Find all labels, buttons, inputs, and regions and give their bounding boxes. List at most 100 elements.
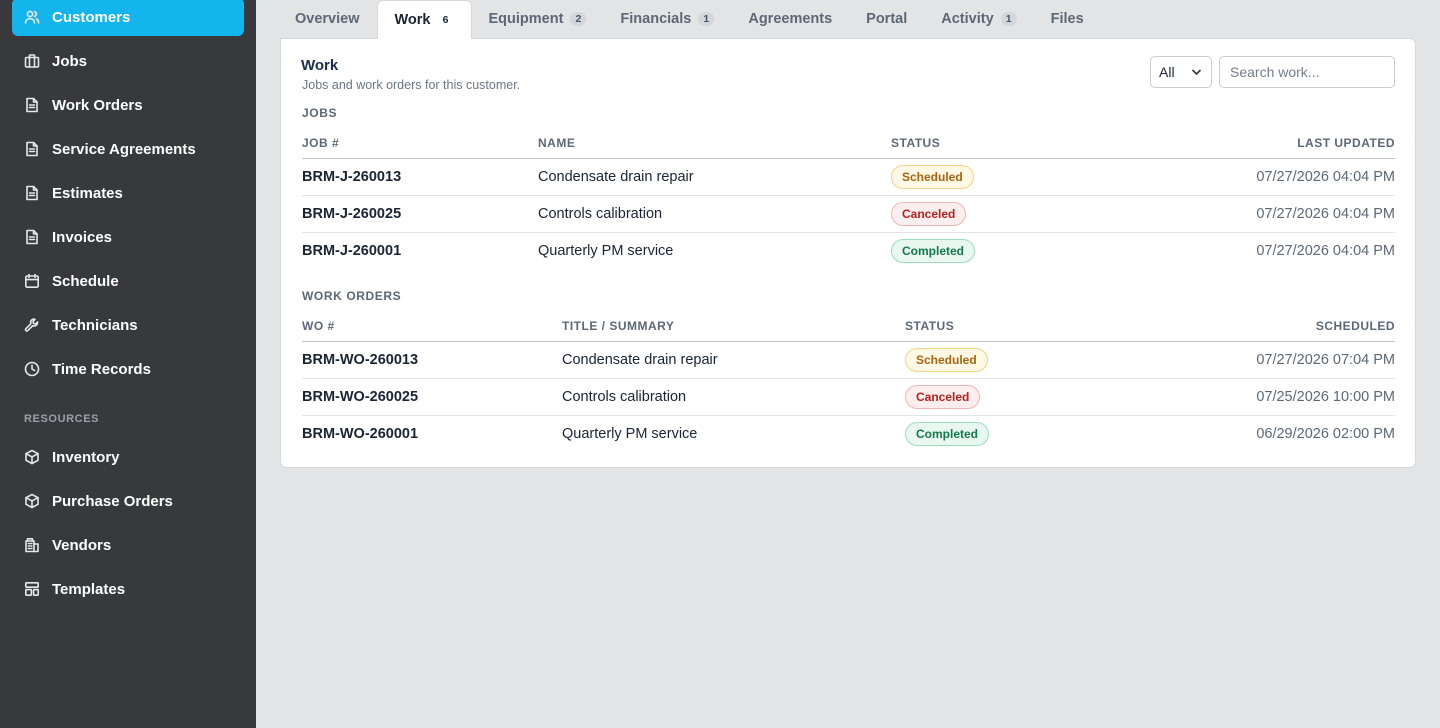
tab-equipment[interactable]: Equipment 2	[472, 0, 604, 38]
tab-financials[interactable]: Financials 1	[603, 0, 731, 38]
column-header-name: NAME	[538, 128, 891, 159]
sidebar-item-label: Work Orders	[52, 96, 143, 114]
job-number[interactable]: BRM-J-260013	[302, 158, 538, 196]
tab-activity[interactable]: Activity 1	[924, 0, 1033, 38]
sidebar-item-invoices[interactable]: Invoices	[12, 218, 244, 256]
column-header-status: STATUS	[905, 311, 1155, 342]
wo-number[interactable]: BRM-WO-260013	[302, 341, 562, 379]
table-row[interactable]: BRM-J-260025 Controls calibration Cancel…	[302, 195, 1395, 233]
customer-tabs: Overview Work 6 Equipment 2 Financials 1 Ag…	[280, 0, 1101, 39]
sidebar-item-label: Vendors	[52, 536, 112, 554]
table-row[interactable]: BRM-J-260013 Condensate drain repair Sch…	[302, 158, 1395, 196]
tab-count-badge: 1	[1000, 12, 1017, 26]
search-work-input[interactable]	[1219, 56, 1395, 88]
column-header-wo-number: WO #	[302, 311, 562, 342]
document-icon	[24, 141, 40, 157]
wo-title: Quarterly PM service	[562, 425, 698, 442]
tab-label: Overview	[295, 11, 360, 27]
status-cell: Completed	[905, 415, 1155, 452]
status-cell: Canceled	[891, 195, 1141, 233]
job-number[interactable]: BRM-J-260025	[302, 195, 538, 233]
scheduled-date: 07/25/2026 10:00 PM	[1155, 378, 1395, 416]
sidebar-item-purchase-orders[interactable]: Purchase Orders	[12, 482, 244, 520]
sidebar-item-label: Technicians	[52, 316, 138, 334]
last-updated: 07/27/2026 04:04 PM	[1141, 158, 1395, 196]
last-updated: 07/27/2026 04:04 PM	[1141, 195, 1395, 233]
sidebar-item-vendors[interactable]: Vendors	[12, 526, 244, 564]
template-icon	[24, 581, 40, 597]
status-badge: Completed	[905, 421, 990, 446]
column-header-last-updated: LAST UPDATED	[1141, 128, 1395, 159]
sidebar-item-inventory[interactable]: Inventory	[12, 438, 244, 476]
job-name: Condensate drain repair	[538, 158, 891, 196]
status-badge: Completed	[891, 238, 976, 263]
users-icon	[24, 9, 40, 25]
column-header-scheduled: SCHEDULED	[1155, 311, 1395, 342]
briefcase-icon	[24, 53, 40, 69]
sidebar-item-technicians[interactable]: Technicians	[12, 306, 244, 344]
clock-icon	[24, 361, 40, 377]
tab-portal[interactable]: Portal	[849, 0, 924, 38]
sidebar-item-label: Service Agreements	[52, 140, 196, 158]
calendar-icon	[24, 273, 40, 289]
status-filter-select[interactable]: All	[1150, 56, 1212, 88]
sidebar-item-customers[interactable]: Customers	[12, 0, 244, 36]
wo-number[interactable]: BRM-WO-260001	[302, 415, 562, 452]
sidebar-item-work-orders[interactable]: Work Orders	[12, 86, 244, 124]
wo-number[interactable]: BRM-WO-260025	[302, 378, 562, 416]
table-row[interactable]: BRM-WO-260013 Condensate drain repair Sc…	[302, 341, 1395, 379]
sidebar: Customers Jobs Work Orders Service Agree…	[0, 0, 256, 728]
sidebar-item-time-records[interactable]: Time Records	[12, 350, 244, 388]
tab-work[interactable]: Work 6	[376, 0, 472, 39]
box-icon	[24, 493, 40, 509]
sidebar-item-label: Templates	[52, 580, 126, 598]
document-icon	[24, 97, 40, 113]
wo-title: Condensate drain repair	[562, 341, 905, 379]
sidebar-item-label: Jobs	[52, 52, 88, 70]
tab-label: Work	[394, 12, 431, 28]
sidebar-item-label: Schedule	[52, 272, 119, 290]
work-orders-section-label: WORK ORDERS	[302, 289, 402, 303]
tab-label: Portal	[866, 11, 908, 27]
building-icon	[24, 537, 40, 553]
status-badge: Canceled	[905, 384, 981, 409]
chevron-down-icon	[1191, 69, 1202, 76]
scheduled-date: 07/27/2026 07:04 PM	[1155, 341, 1395, 379]
box-icon	[24, 449, 40, 465]
tab-label: Files	[1050, 11, 1084, 27]
sidebar-item-label: Inventory	[52, 448, 120, 466]
tab-files[interactable]: Files	[1034, 0, 1101, 38]
sidebar-item-schedule[interactable]: Schedule	[12, 262, 244, 300]
sidebar-item-label: Purchase Orders	[52, 492, 173, 510]
table-row[interactable]: BRM-WO-260001 Quarterly PM service Compl…	[302, 415, 1395, 452]
column-header-title-summary: TITLE / SUMMARY	[562, 311, 905, 342]
status-cell: Canceled	[905, 378, 1155, 416]
table-row[interactable]: BRM-J-260001 Quarterly PM service Comple…	[302, 232, 1395, 269]
jobs-section-label: JOBS	[302, 106, 338, 120]
document-icon	[24, 229, 40, 245]
sidebar-item-label: Customers	[52, 8, 131, 26]
tab-count-badge: 6	[437, 13, 454, 27]
sidebar-item-service-agreements[interactable]: Service Agreements	[12, 130, 244, 168]
column-header-job-number: JOB #	[302, 128, 538, 159]
job-number[interactable]: BRM-J-260001	[302, 232, 538, 269]
sidebar-item-jobs[interactable]: Jobs	[12, 42, 244, 80]
tab-agreements[interactable]: Agreements	[731, 0, 849, 38]
filter-value: All	[1159, 64, 1175, 80]
tab-label: Agreements	[748, 11, 833, 27]
panel-subtitle: Jobs and work orders for this customer.	[302, 78, 521, 92]
status-badge: Scheduled	[891, 164, 974, 189]
sidebar-item-templates[interactable]: Templates	[12, 570, 244, 608]
sidebar-item-estimates[interactable]: Estimates	[12, 174, 244, 212]
wo-title: Controls calibration	[562, 378, 905, 416]
table-header-row: JOB # NAME STATUS LAST UPDATED	[302, 128, 1395, 159]
job-name: Quarterly PM service	[538, 242, 674, 259]
tab-overview[interactable]: Overview	[280, 0, 377, 38]
tab-count-badge: 2	[570, 12, 587, 26]
last-updated: 07/27/2026 04:04 PM	[1256, 242, 1395, 259]
status-badge: Scheduled	[905, 347, 988, 372]
sidebar-item-label: Estimates	[52, 184, 123, 202]
table-row[interactable]: BRM-WO-260025 Controls calibration Cance…	[302, 378, 1395, 416]
tab-count-badge: 1	[698, 12, 715, 26]
status-badge: Canceled	[891, 201, 967, 226]
